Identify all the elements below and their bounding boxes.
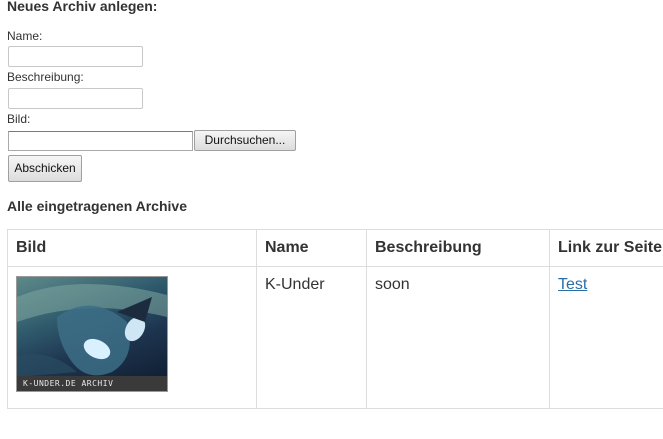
browse-button[interactable]: Durchsuchen... bbox=[194, 130, 296, 151]
name-label: Name: bbox=[7, 29, 43, 43]
archive-link[interactable]: Test bbox=[558, 276, 587, 293]
archive-thumbnail: K-UNDER.DE ARCHIV bbox=[16, 276, 168, 392]
column-header-link: Link zur Seite bbox=[549, 229, 663, 267]
thumbnail-caption: K-UNDER.DE ARCHIV bbox=[17, 376, 167, 391]
archive-admin-page: Neues Archiv anlegen: Name: Beschreibung… bbox=[0, 0, 663, 439]
column-header-beschreibung: Beschreibung bbox=[366, 229, 550, 267]
archive-name-cell: K-Under bbox=[256, 266, 367, 409]
archive-table: Bild Name Beschreibung Link zur Seite K-… bbox=[7, 229, 663, 409]
archive-link-cell: Test bbox=[549, 266, 663, 409]
name-input[interactable] bbox=[8, 46, 143, 67]
column-header-name: Name bbox=[256, 229, 367, 267]
image-file-path-field[interactable] bbox=[8, 131, 193, 151]
image-label: Bild: bbox=[7, 112, 31, 126]
table-row: K-UNDER.DE ARCHIV K-Under soon Test bbox=[7, 266, 663, 409]
new-archive-heading: Neues Archiv anlegen: bbox=[7, 0, 158, 14]
submit-button[interactable]: Abschicken bbox=[8, 155, 82, 182]
column-header-bild: Bild bbox=[7, 229, 257, 267]
description-label: Beschreibung: bbox=[7, 70, 84, 84]
archive-description-cell: soon bbox=[366, 266, 550, 409]
thumbnail-artwork bbox=[17, 283, 167, 377]
description-input[interactable] bbox=[8, 88, 143, 109]
image-file-picker: Durchsuchen... bbox=[8, 130, 308, 151]
table-header-row: Bild Name Beschreibung Link zur Seite bbox=[7, 229, 663, 267]
archive-image-cell: K-UNDER.DE ARCHIV bbox=[7, 266, 257, 409]
archive-list-heading: Alle eingetragenen Archive bbox=[7, 198, 187, 214]
